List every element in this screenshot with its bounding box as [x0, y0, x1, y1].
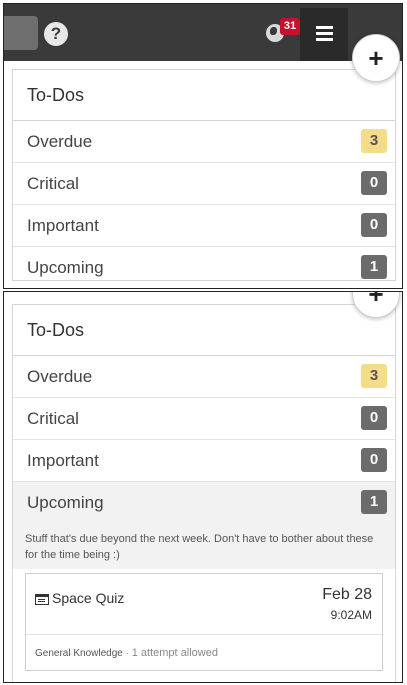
todo-row-important[interactable]: Important 0 [13, 440, 395, 482]
plus-icon: + [368, 291, 384, 309]
todos-card: To-Dos Overdue 3 Critical 0 Important 0 … [12, 304, 396, 682]
list-icon [316, 26, 333, 41]
question-circle-icon[interactable]: ? [44, 22, 68, 46]
search-box-edge[interactable] [4, 16, 38, 50]
todo-row-label: Overdue [27, 132, 93, 151]
event-course: General Knowledge [35, 648, 123, 659]
count-badge: 3 [361, 129, 387, 153]
todo-row-label: Overdue [27, 367, 93, 386]
todo-row-label: Important [27, 216, 99, 235]
event-title[interactable]: Space Quiz [52, 590, 124, 606]
todos-title: To-Dos [13, 70, 395, 121]
upcoming-description: Stuff that's due beyond the next week. D… [25, 533, 374, 561]
event-date: Feb 28 [322, 586, 372, 603]
todo-row-important[interactable]: Important 0 [13, 205, 395, 247]
todo-row-label: Upcoming [27, 493, 104, 512]
count-badge: 0 [361, 171, 387, 195]
todo-row-critical[interactable]: Critical 0 [13, 163, 395, 205]
event-header: Space Quiz Feb 28 9:02AM [26, 574, 382, 635]
calendar-list-icon [35, 594, 49, 605]
todos-panel-expanded: To-Dos Overdue 3 Critical 0 Important 0 … [3, 291, 403, 683]
count-badge: 0 [361, 448, 387, 472]
top-navbar: ? 31 [4, 4, 402, 61]
todo-row-label: Critical [27, 409, 79, 428]
todo-row-label: Upcoming [27, 258, 104, 277]
count-badge: 1 [361, 490, 387, 514]
notification-badge: 31 [280, 18, 300, 35]
todo-row-overdue[interactable]: Overdue 3 [13, 356, 395, 398]
todo-row-label: Important [27, 451, 99, 470]
add-todo-button[interactable]: + [352, 34, 400, 82]
event-meta: General Knowledge · 1 attempt allowed [35, 647, 218, 659]
todo-row-overdue[interactable]: Overdue 3 [13, 121, 395, 163]
upcoming-section: Stuff that's due beyond the next week. D… [13, 523, 395, 569]
plus-icon: + [368, 43, 384, 73]
todos-panel-collapsed: ? 31 To-Dos Overdue 3 Critical 0 Importa… [3, 3, 403, 289]
todo-list-button[interactable] [300, 8, 348, 61]
todo-row-upcoming[interactable]: Upcoming 1 [13, 247, 395, 288]
todo-row-label: Critical [27, 174, 79, 193]
count-badge: 3 [361, 364, 387, 388]
todos-title: To-Dos [13, 305, 395, 356]
event-attempts: 1 attempt allowed [131, 647, 218, 659]
todo-row-upcoming[interactable]: Upcoming 1 [13, 482, 395, 523]
meta-separator: · [125, 648, 129, 659]
event-time: 9:02AM [330, 608, 372, 622]
todo-row-critical[interactable]: Critical 0 [13, 398, 395, 440]
count-badge: 0 [361, 406, 387, 430]
todo-event-card[interactable]: Space Quiz Feb 28 9:02AM General Knowled… [25, 573, 383, 671]
count-badge: 1 [361, 255, 387, 279]
todos-card: To-Dos Overdue 3 Critical 0 Important 0 … [12, 69, 396, 281]
count-badge: 0 [361, 213, 387, 237]
